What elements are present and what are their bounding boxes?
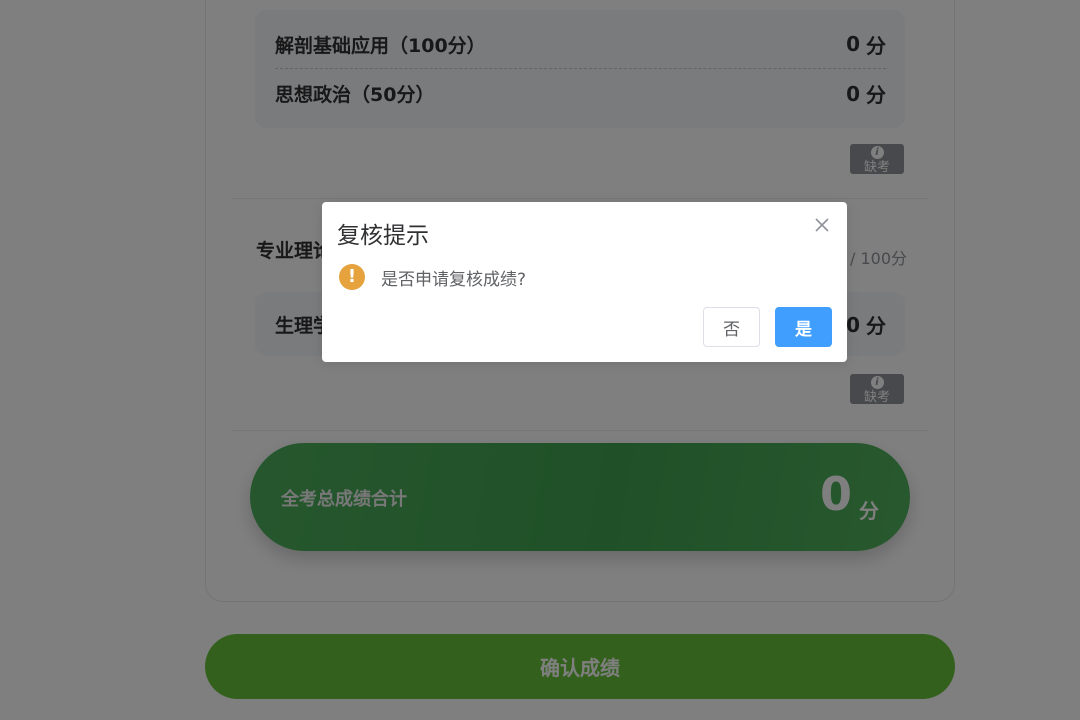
review-dialog: 复核提示 ! 是否申请复核成绩? 否 是: [322, 202, 847, 362]
dialog-title: 复核提示: [337, 223, 429, 249]
warning-icon: !: [339, 264, 365, 290]
no-button[interactable]: 否: [703, 307, 760, 347]
yes-button[interactable]: 是: [775, 307, 832, 347]
close-icon[interactable]: [811, 214, 833, 236]
score-page: 解剖基础应用（100分） 0 分 思想政治（50分） 0 分 i 缺考 专业理论…: [0, 0, 1080, 720]
dialog-message: 是否申请复核成绩?: [381, 270, 527, 290]
